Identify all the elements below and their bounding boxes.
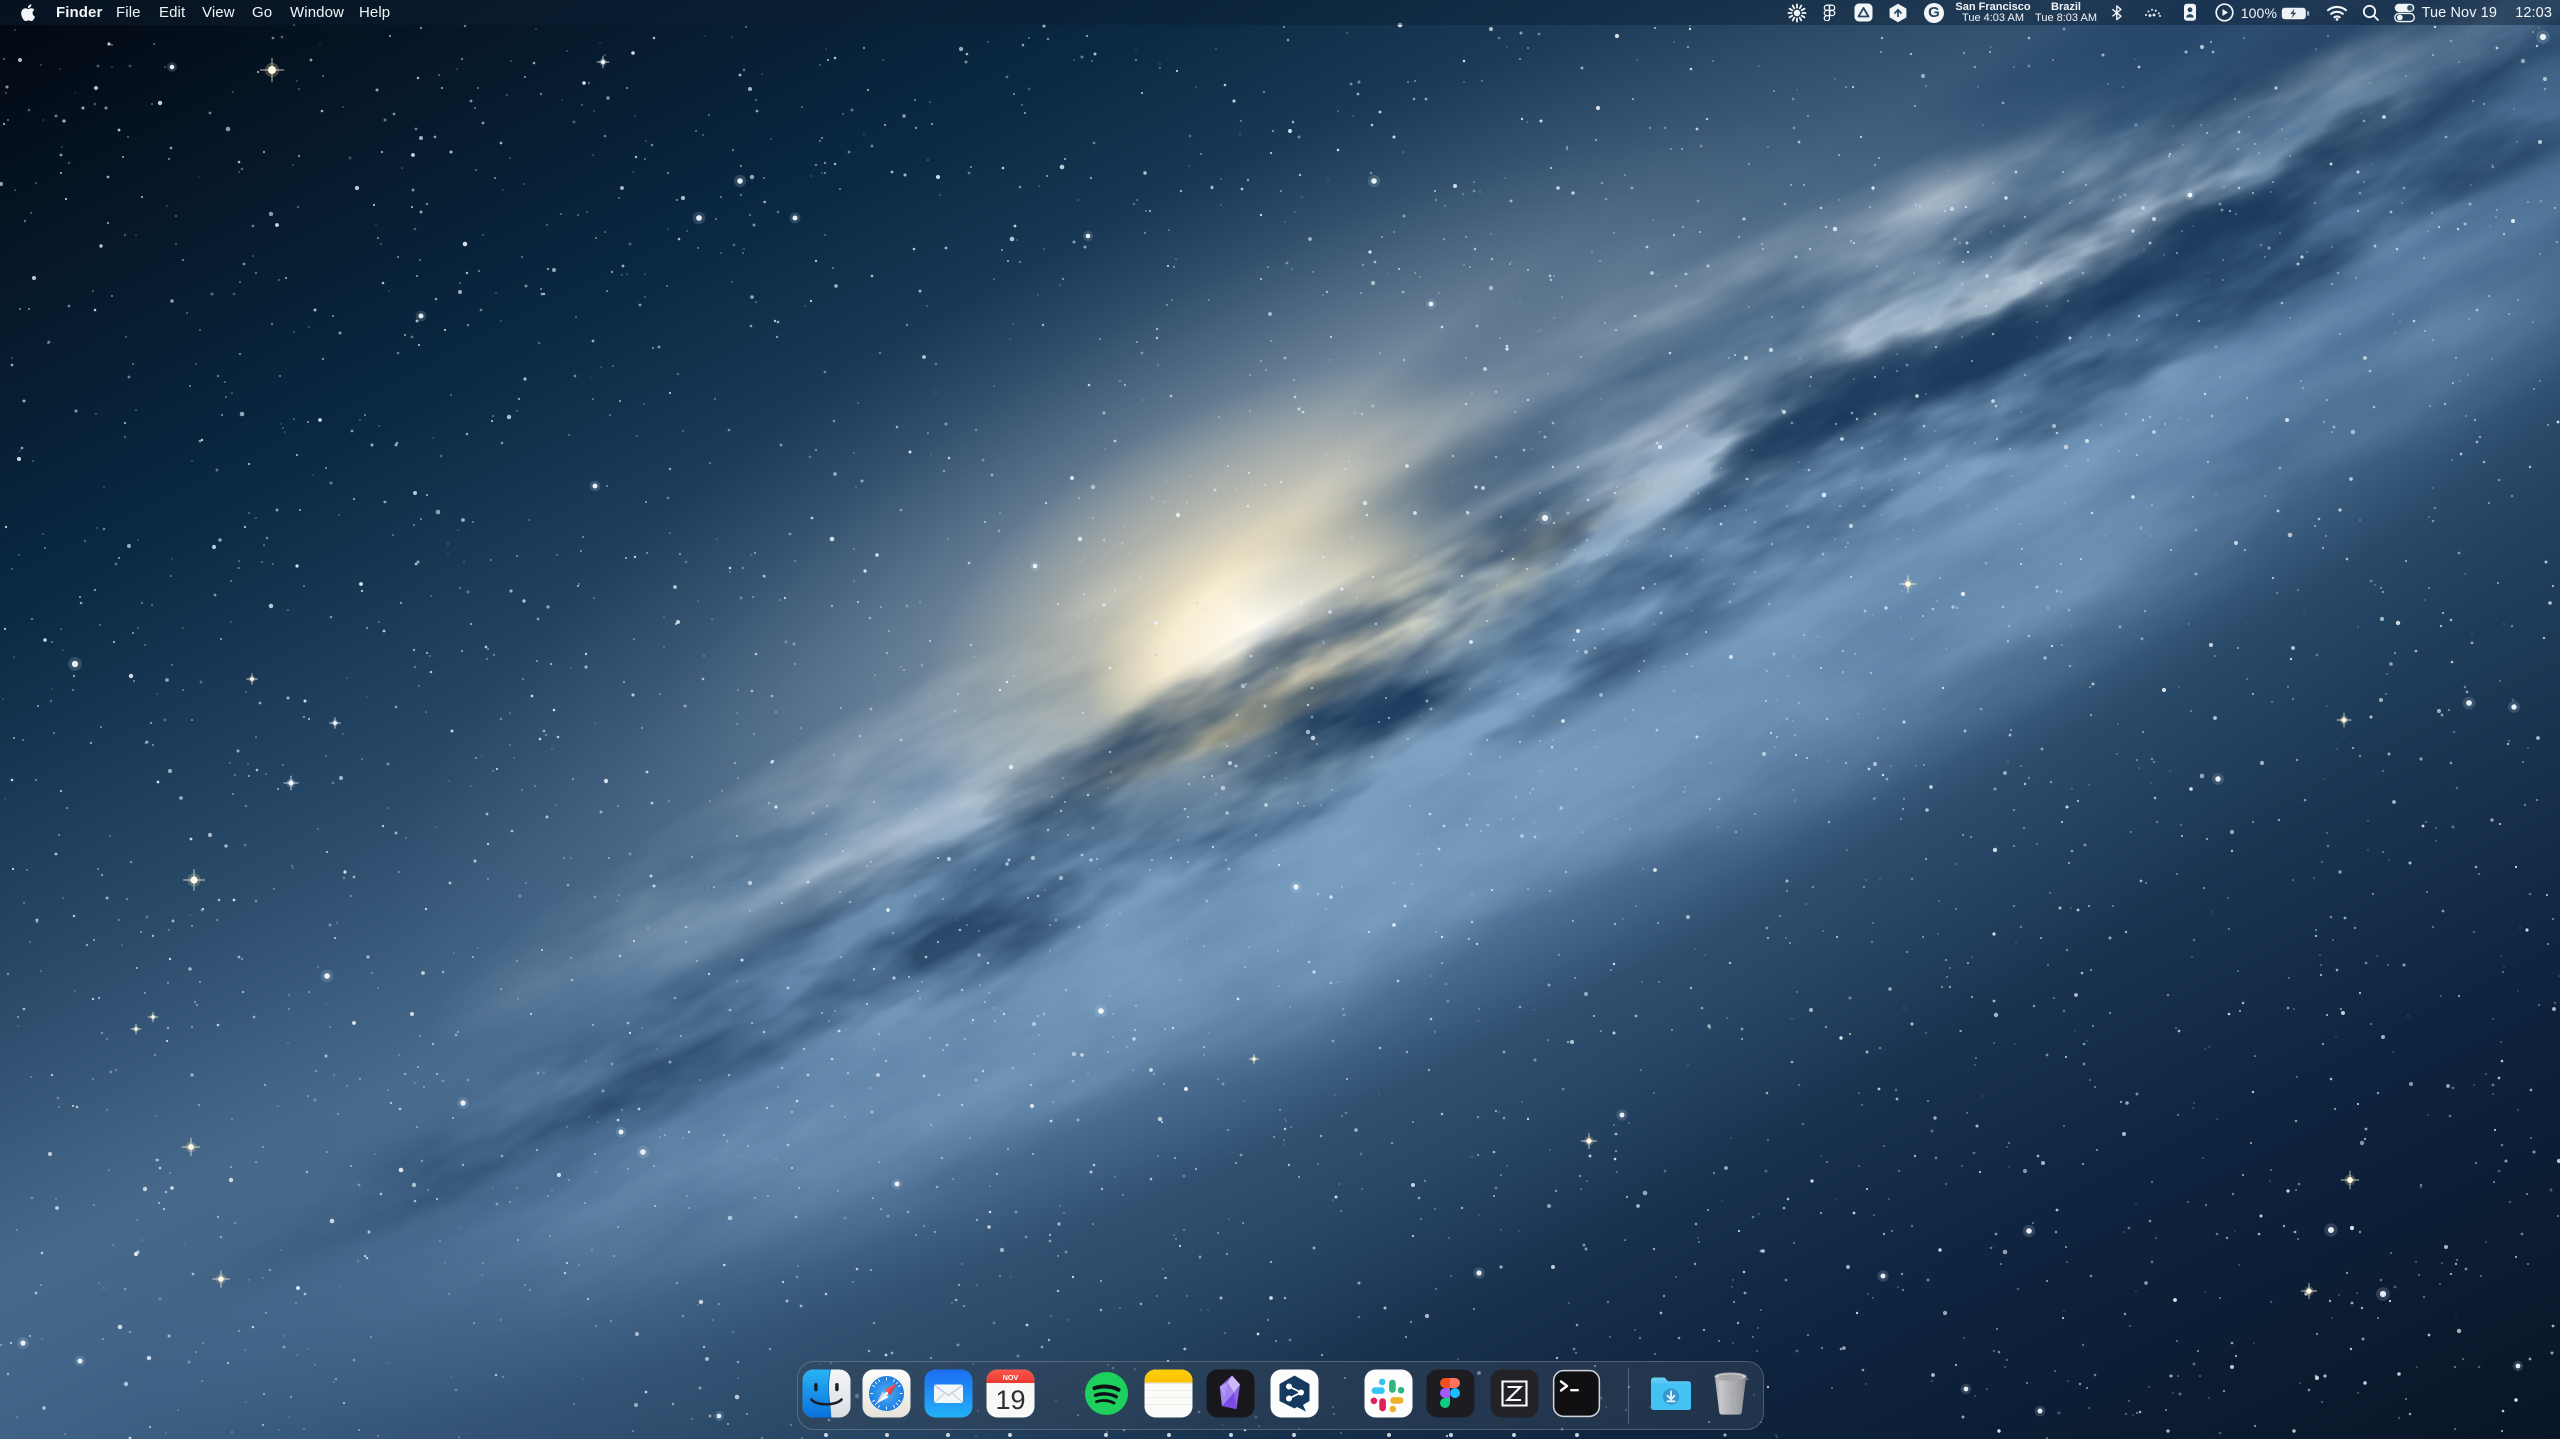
svg-text:19: 19 [995,1385,1025,1415]
svg-text:NOV: NOV [1003,1373,1019,1382]
